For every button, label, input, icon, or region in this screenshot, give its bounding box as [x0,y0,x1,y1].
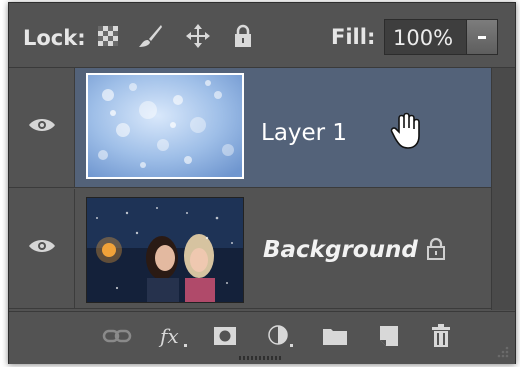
new-layer-icon[interactable] [373,322,405,350]
new-group-icon[interactable] [319,322,351,350]
eye-icon [29,119,55,131]
layer-name[interactable]: Background [263,237,418,263]
visibility-toggle[interactable] [9,68,75,187]
layer-style-fx-icon[interactable]: fx [157,322,189,350]
adjustment-layer-icon[interactable] [263,322,295,350]
layer-thumbnail-photo[interactable] [86,197,244,303]
add-mask-icon[interactable] [209,322,241,350]
layer-name[interactable]: Layer 1 [261,120,347,146]
fill-dropdown-button[interactable] [466,19,498,55]
layer-thumbnail-bokeh[interactable] [86,73,244,179]
panel-resize-grip-icon[interactable] [239,355,283,361]
lock-image-pixels-icon[interactable] [137,23,163,49]
layer-lock-icon [427,237,445,260]
corner-resize-icon[interactable] [491,340,511,360]
layer-row-background[interactable]: Background [9,189,491,309]
layers-panel: Lock: Fill: 100% Layer 1 Background fx [8,2,516,364]
chevron-down-icon [478,36,486,39]
svg-text:fx: fx [158,324,179,348]
lock-position-icon[interactable] [185,23,211,49]
fill-input[interactable]: 100% [384,19,466,55]
lock-all-icon[interactable] [230,23,256,49]
visibility-toggle[interactable] [9,189,75,308]
lock-transparent-pixels-icon[interactable] [95,23,121,49]
hand-cursor-icon [390,112,420,149]
winter-photo-image [87,198,243,302]
delete-layer-icon[interactable] [425,322,457,350]
bokeh-image [88,75,242,177]
layers-bottom-toolbar: fx [9,311,515,364]
layers-scrollbar[interactable] [491,68,515,310]
layer-row-layer-1[interactable]: Layer 1 [9,68,491,188]
eye-icon [29,240,55,252]
lock-fill-bar: Lock: Fill: 100% [9,3,515,68]
lock-label: Lock: [23,26,86,50]
fill-label: Fill: [331,25,376,49]
link-layers-icon[interactable] [101,322,133,350]
